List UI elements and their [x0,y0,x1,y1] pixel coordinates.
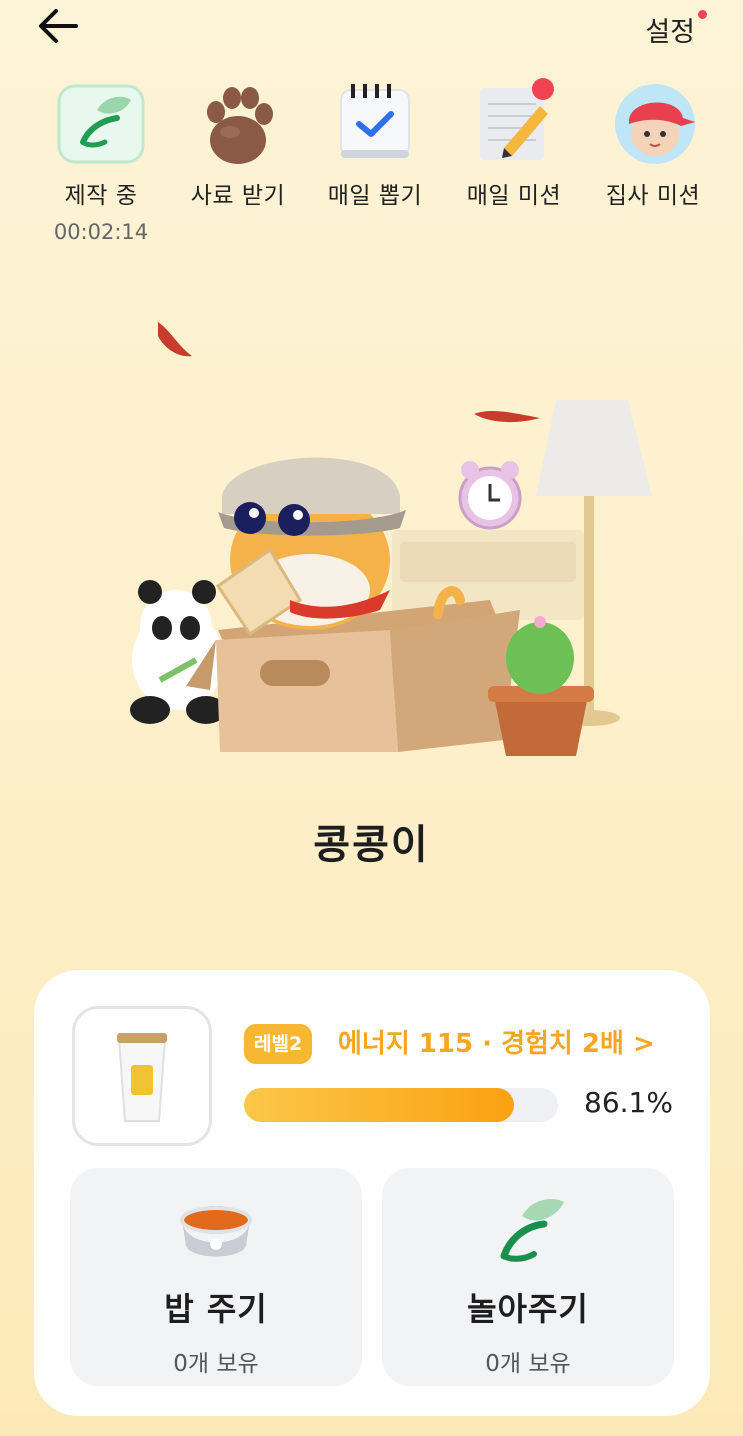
quick-menu-daily-mission[interactable]: 매일 미션 [445,78,583,210]
play-count: 0개 보유 [485,1351,571,1377]
calendar-check-icon [327,84,423,170]
quick-menu-butler-mission[interactable]: 집사 미션 [584,84,722,210]
quick-menu-get-food[interactable]: 사료 받기 [169,84,307,210]
feed-button[interactable]: 밥 주기 0개 보유 [70,1168,362,1386]
quick-menu-label: 매일 뽑기 [327,183,423,209]
leaf-icon [53,84,149,170]
coffee-cup-icon [117,1033,167,1122]
quick-menu-label: 사료 받기 [190,183,286,209]
play-title: 놀아주기 [467,1290,589,1328]
quick-menu: 제작 중 00:02:14 사료 받기 매일 뽑기 매일 미션 집사 미션 [0,78,743,254]
level-badge: 레벨2 [244,1024,313,1064]
play-button[interactable]: 놀아주기 0개 보유 [382,1168,674,1386]
notepad-pencil-icon [466,78,562,170]
paw-icon [190,84,286,170]
arrow-left-icon [39,9,78,43]
quick-menu-label: 집사 미션 [605,183,701,209]
pet-status-card: 레벨2 에너지 115 · 경험치 2배 > 86.1% 밥 주기 0개 보유 … [34,970,710,1416]
exp-progress-percent: 86.1% [584,1086,673,1119]
pet-illustration [130,322,652,756]
making-timer: 00:02:14 [53,220,149,244]
avatar-icon [605,84,701,170]
pet-name: 콩콩이 [313,822,430,868]
pet-scene[interactable] [100,300,680,780]
quick-menu-label: 매일 미션 [466,183,562,209]
quick-menu-label: 제작 중 [64,183,138,209]
quick-menu-making[interactable]: 제작 중 00:02:14 [32,84,170,244]
leaf-icon [488,1190,568,1270]
quick-menu-daily-draw[interactable]: 매일 뽑기 [306,84,444,210]
feed-title: 밥 주기 [164,1290,268,1328]
feed-count: 0개 보유 [173,1351,259,1377]
notification-badge [532,78,554,100]
exp-progress-bar [244,1088,558,1122]
settings-button[interactable]: 설정 [645,10,695,49]
food-bowl-icon [176,1190,256,1270]
energy-exp-link[interactable]: 에너지 115 · 경험치 2배 > [338,1024,655,1064]
equipped-item[interactable] [72,1006,212,1146]
back-button[interactable] [36,6,84,46]
exp-progress-fill [244,1088,515,1122]
notification-dot [698,10,707,19]
